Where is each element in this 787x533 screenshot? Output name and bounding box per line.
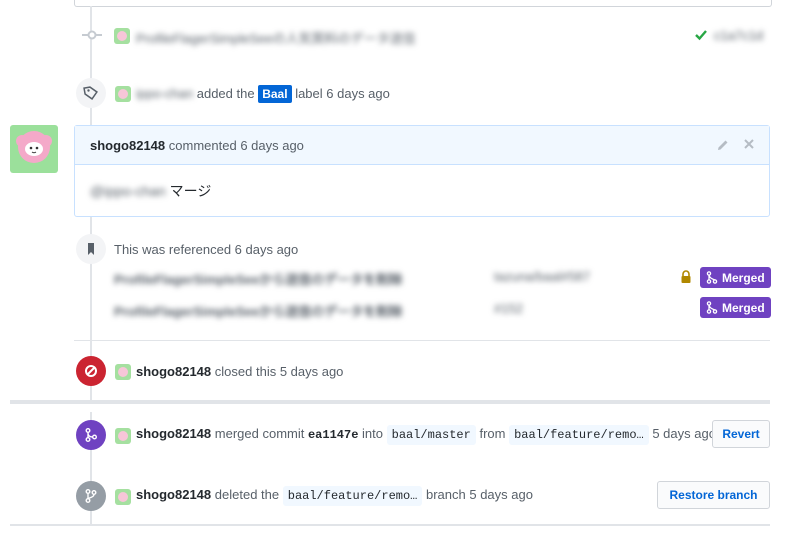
commit-row: ProfileFlagerSimpleSeeの人気質料のデータ送信 c1a7c1… [80,20,770,50]
bookmark-badge [76,234,106,264]
reference-item-title[interactable]: ProfileFlagerSimpleSeeから送信のデータを削除 [114,269,402,288]
thick-divider [10,400,770,404]
label-added-text: added the [196,86,255,101]
deleter-avatar[interactable] [115,488,131,505]
git-merge-icon [85,428,97,442]
head-branch[interactable]: baal/feature/remo… [509,425,649,445]
deleted-suffix: branch 5 days ago [426,487,533,502]
reference-title: This was referenced 6 days ago [114,242,299,257]
base-branch[interactable]: baal/master [386,425,476,445]
label-actor-avatar[interactable] [115,85,131,102]
merged-commit-hash[interactable]: ea1147e [308,428,358,442]
circle-slash-icon [85,365,97,377]
merged-status-label: Merged [722,300,765,315]
merged-author[interactable]: shogo82148 [136,426,211,441]
comment-meta: shogo82148 commented 6 days ago [90,138,304,153]
comment-time[interactable]: commented 6 days ago [169,138,304,153]
top-box-fragment [74,0,772,7]
merged-into-text: into [362,426,383,441]
merged-badge [76,420,106,450]
deleted-text: deleted the [214,487,280,502]
label-event-text: ippo-chan added the Baal label 6 days ag… [136,85,390,103]
comment-header: shogo82148 commented 6 days ago [75,126,769,165]
merged-from-text: from [479,426,506,441]
tag-badge [76,78,106,108]
bookmark-icon [88,243,94,255]
closer-avatar[interactable] [115,363,131,380]
closed-text-line: shogo82148 closed this 5 days ago [136,364,343,379]
comment-author[interactable]: shogo82148 [90,138,165,153]
reference-item-repo[interactable]: tazuna/baal#587 [494,269,590,284]
git-branch-icon [85,489,97,503]
label-suffix: label 6 days ago [295,86,390,101]
merged-text-line: shogo82148 merged commit ea1147e into ba… [136,425,716,445]
reference-item-repo[interactable]: #152 [494,301,523,316]
merged-event: shogo82148 merged commit ea1147e into ba… [74,418,770,452]
merged-text: merged commit [214,426,305,441]
close-icon[interactable] [743,138,755,150]
merged-time[interactable]: 5 days ago [652,426,716,441]
commenter-avatar[interactable] [10,125,58,173]
closed-badge [76,356,106,386]
bottom-divider [10,524,770,526]
sheep-avatar-icon [16,131,52,163]
closed-author[interactable]: shogo82148 [136,364,211,379]
revert-button[interactable]: Revert [712,420,770,448]
commit-dot-icon [82,30,102,40]
deleted-event: shogo82148 deleted the baal/feature/remo… [74,479,770,513]
check-icon [695,30,707,41]
merged-status-label: Merged [722,270,765,285]
commit-author-avatar[interactable] [114,27,130,44]
closed-text: closed this 5 days ago [214,364,344,379]
reference-event: This was referenced 6 days ago ProfileFl… [74,232,771,322]
commit-message[interactable]: ProfileFlagerSimpleSeeの人気質料のデータ送信 [136,28,416,47]
merge-icon [706,271,718,284]
deleted-branch[interactable]: baal/feature/remo… [282,486,423,506]
reference-item-title[interactable]: ProfileFlagerSimpleSeeから送信のデータを削除 [114,301,402,320]
merged-status-badge[interactable]: Merged [700,267,771,288]
deleted-badge [76,481,106,511]
comment-mention[interactable]: @ippo-chan [90,183,166,199]
comment-text: マージ [169,183,212,199]
label-event: ippo-chan added the Baal label 6 days ag… [74,76,770,110]
divider [74,340,770,341]
comment-box: shogo82148 commented 6 days ago @ippo-ch… [74,125,770,217]
merger-avatar[interactable] [115,427,131,444]
deleted-text-line: shogo82148 deleted the baal/feature/remo… [136,486,533,506]
merged-status-badge[interactable]: Merged [700,297,771,318]
merge-icon [706,301,718,314]
restore-branch-button[interactable]: Restore branch [657,481,770,509]
lock-icon [681,270,691,283]
label-actor[interactable]: ippo-chan [136,86,193,101]
tag-icon [83,86,98,100]
comment-body: @ippo-chan マージ [90,181,211,201]
closed-event: shogo82148 closed this 5 days ago [74,355,770,387]
label-baal[interactable]: Baal [258,85,292,103]
deleted-author[interactable]: shogo82148 [136,487,211,502]
commit-hash[interactable]: c1a7c1d [714,28,763,43]
edit-pencil-icon[interactable] [716,138,730,152]
